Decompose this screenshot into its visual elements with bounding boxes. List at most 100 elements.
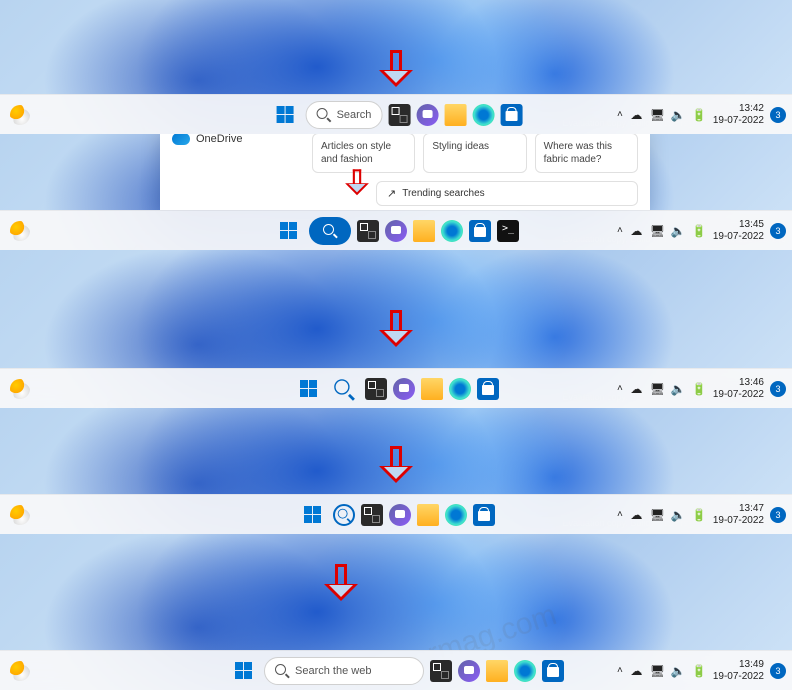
trending-searches-header[interactable]: ↗Trending searches <box>376 181 638 206</box>
store-button[interactable] <box>473 504 495 526</box>
start-button[interactable] <box>273 216 303 246</box>
windows-logo-icon <box>300 380 317 397</box>
arrow-icon <box>324 564 358 606</box>
windows-logo-icon <box>280 222 297 239</box>
arrow-icon <box>379 310 413 352</box>
store-button[interactable] <box>542 660 564 682</box>
task-view-button[interactable] <box>365 378 387 400</box>
file-explorer-button[interactable] <box>444 104 466 126</box>
store-button[interactable] <box>477 378 499 400</box>
widgets-button[interactable] <box>6 217 34 245</box>
search-icon <box>275 664 289 678</box>
variant-5-search-the-web: geekermag.com Search the web ˄ ☁ 🖥 🔈 🔋 1… <box>0 534 792 690</box>
variant-3-search-icon-large: geekermag.com Windows 11 Pro Insider Pre… <box>0 250 792 408</box>
chat-button[interactable] <box>393 378 415 400</box>
onedrive-tray-icon[interactable]: ☁ <box>629 663 644 678</box>
clock[interactable]: 13:4519-07-2022 <box>713 219 764 243</box>
widgets-button[interactable] <box>6 101 34 129</box>
widgets-button[interactable] <box>6 375 34 403</box>
weather-icon <box>10 505 30 525</box>
file-explorer-button[interactable] <box>413 220 435 242</box>
store-button[interactable] <box>469 220 491 242</box>
search-label: Search <box>337 109 372 121</box>
taskbar: ˄ ☁ 🖥 🔈 🔋 13:4519-07-2022 3 <box>0 210 792 250</box>
volume-tray-icon[interactable]: 🔈 <box>671 381 686 396</box>
start-button[interactable] <box>270 100 300 130</box>
file-explorer-button[interactable] <box>421 378 443 400</box>
search-popup: OneDrive Articles on style and fashion S… <box>160 134 650 210</box>
network-tray-icon[interactable]: 🖥 <box>650 223 665 238</box>
tray-overflow-button[interactable]: ˄ <box>617 109 623 120</box>
clock[interactable]: 13:4719-07-2022 <box>713 503 764 527</box>
arrow-icon <box>379 446 413 488</box>
arrow-icon <box>345 169 369 198</box>
search-icon <box>334 379 354 399</box>
terminal-button[interactable] <box>497 220 519 242</box>
notification-badge[interactable]: 3 <box>770 381 786 397</box>
onedrive-icon <box>172 134 190 145</box>
battery-tray-icon[interactable]: 🔋 <box>692 381 707 396</box>
search-box[interactable]: Search the web <box>264 657 424 685</box>
chat-button[interactable] <box>385 220 407 242</box>
battery-tray-icon[interactable]: 🔋 <box>692 107 707 122</box>
edge-button[interactable] <box>514 660 536 682</box>
search-button[interactable] <box>309 217 351 245</box>
search-button[interactable] <box>333 504 355 526</box>
widgets-button[interactable] <box>6 657 34 685</box>
chat-button[interactable] <box>458 660 480 682</box>
start-button[interactable] <box>293 374 323 404</box>
notification-badge[interactable]: 3 <box>770 107 786 123</box>
taskbar: Search ˄ ☁ 🖥 🔈 🔋 13:4219-07-2022 3 <box>0 94 792 134</box>
windows-logo-icon <box>276 106 293 123</box>
chat-button[interactable] <box>416 104 438 126</box>
volume-tray-icon[interactable]: 🔈 <box>671 663 686 678</box>
notification-badge[interactable]: 3 <box>770 507 786 523</box>
onedrive-tray-icon[interactable]: ☁ <box>629 107 644 122</box>
network-tray-icon[interactable]: 🖥 <box>650 507 665 522</box>
suggestion-card[interactable]: Styling ideas <box>423 134 526 173</box>
chat-button[interactable] <box>389 504 411 526</box>
clock[interactable]: 13:4919-07-2022 <box>713 659 764 683</box>
file-explorer-button[interactable] <box>486 660 508 682</box>
onedrive-item[interactable]: OneDrive <box>172 134 302 145</box>
notification-badge[interactable]: 3 <box>770 663 786 679</box>
task-view-button[interactable] <box>388 104 410 126</box>
network-tray-icon[interactable]: 🖥 <box>650 107 665 122</box>
volume-tray-icon[interactable]: 🔈 <box>671 107 686 122</box>
variant-1-search-box: geekermag.com Windows 11 Pro Insider Pre… <box>0 0 792 134</box>
edge-button[interactable] <box>449 378 471 400</box>
start-button[interactable] <box>297 500 327 530</box>
search-button[interactable] <box>329 374 359 404</box>
search-box[interactable]: Search <box>306 101 383 129</box>
store-button[interactable] <box>500 104 522 126</box>
tray-overflow-button[interactable]: ˄ <box>617 225 623 236</box>
suggestion-card[interactable]: Where was this fabric made? <box>535 134 638 173</box>
task-view-button[interactable] <box>361 504 383 526</box>
clock[interactable]: 13:4219-07-2022 <box>713 103 764 127</box>
task-view-button[interactable] <box>357 220 379 242</box>
file-explorer-button[interactable] <box>417 504 439 526</box>
suggestion-card[interactable]: Articles on style and fashion <box>312 134 415 173</box>
tray-overflow-button[interactable]: ˄ <box>617 383 623 394</box>
tray-overflow-button[interactable]: ˄ <box>617 665 623 676</box>
onedrive-tray-icon[interactable]: ☁ <box>629 223 644 238</box>
edge-button[interactable] <box>445 504 467 526</box>
battery-tray-icon[interactable]: 🔋 <box>692 507 707 522</box>
battery-tray-icon[interactable]: 🔋 <box>692 223 707 238</box>
notification-badge[interactable]: 3 <box>770 223 786 239</box>
widgets-button[interactable] <box>6 501 34 529</box>
start-button[interactable] <box>228 656 258 686</box>
onedrive-tray-icon[interactable]: ☁ <box>629 507 644 522</box>
tray-overflow-button[interactable]: ˄ <box>617 509 623 520</box>
network-tray-icon[interactable]: 🖥 <box>650 381 665 396</box>
volume-tray-icon[interactable]: 🔈 <box>671 223 686 238</box>
task-view-button[interactable] <box>430 660 452 682</box>
windows-logo-icon <box>304 506 321 523</box>
battery-tray-icon[interactable]: 🔋 <box>692 663 707 678</box>
edge-button[interactable] <box>441 220 463 242</box>
onedrive-tray-icon[interactable]: ☁ <box>629 381 644 396</box>
clock[interactable]: 13:4619-07-2022 <box>713 377 764 401</box>
network-tray-icon[interactable]: 🖥 <box>650 663 665 678</box>
volume-tray-icon[interactable]: 🔈 <box>671 507 686 522</box>
edge-button[interactable] <box>472 104 494 126</box>
